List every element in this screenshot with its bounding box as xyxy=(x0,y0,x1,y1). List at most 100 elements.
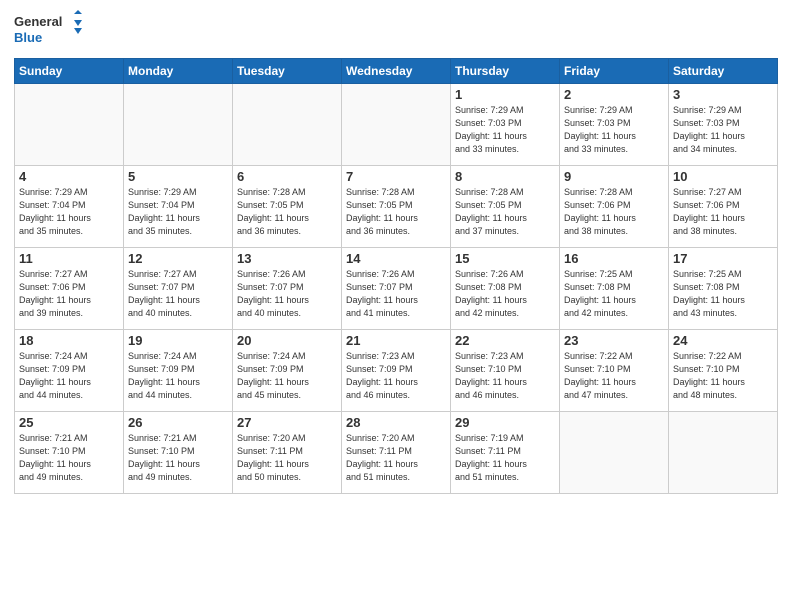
day-number: 10 xyxy=(673,169,773,184)
day-number: 6 xyxy=(237,169,337,184)
logo-svg: General Blue xyxy=(14,10,84,52)
calendar-cell: 29 Sunrise: 7:19 AM Sunset: 7:11 PM Dayli… xyxy=(451,412,560,494)
weekday-header-friday: Friday xyxy=(560,59,669,84)
day-info: Sunrise: 7:28 AM Sunset: 7:05 PM Dayligh… xyxy=(237,186,337,238)
calendar-cell: 23Sunrise: 7:22 AM Sunset: 7:10 PM Dayli… xyxy=(560,330,669,412)
day-number: 14 xyxy=(346,251,446,266)
day-number: 16 xyxy=(564,251,664,266)
day-number: 2 xyxy=(564,87,664,102)
calendar-cell: 13Sunrise: 7:26 AM Sunset: 7:07 PM Dayli… xyxy=(233,248,342,330)
day-number: 28 xyxy=(346,415,446,430)
day-info: Sunrise: 7:25 AM Sunset: 7:08 PM Dayligh… xyxy=(673,268,773,320)
week-row-4: 18 Sunrise: 7:24 AM Sunset: 7:09 PM Dayli… xyxy=(15,330,778,412)
day-info: Sunrise: 7:19 AM Sunset: 7:11 PM Dayligh… xyxy=(455,432,555,484)
day-info: Sunrise: 7:21 AM Sunset: 7:10 PM Dayligh… xyxy=(128,432,228,484)
calendar-cell: 10 Sunrise: 7:27 AM Sunset: 7:06 PM Dayli… xyxy=(669,166,778,248)
day-number: 20 xyxy=(237,333,337,348)
calendar-cell: 16Sunrise: 7:25 AM Sunset: 7:08 PM Dayli… xyxy=(560,248,669,330)
day-info: Sunrise: 7:21 AM Sunset: 7:10 PM Dayligh… xyxy=(19,432,119,484)
day-info: Sunrise: 7:26 AM Sunset: 7:07 PM Dayligh… xyxy=(237,268,337,320)
calendar-cell xyxy=(669,412,778,494)
day-info: Sunrise: 7:29 AM Sunset: 7:04 PM Dayligh… xyxy=(128,186,228,238)
calendar-cell: 8 Sunrise: 7:28 AM Sunset: 7:05 PM Daylig… xyxy=(451,166,560,248)
day-number: 26 xyxy=(128,415,228,430)
day-number: 18 xyxy=(19,333,119,348)
calendar-cell: 14Sunrise: 7:26 AM Sunset: 7:07 PM Dayli… xyxy=(342,248,451,330)
calendar-cell: 3Sunrise: 7:29 AM Sunset: 7:03 PM Daylig… xyxy=(669,84,778,166)
calendar-cell: 15 Sunrise: 7:26 AM Sunset: 7:08 PM Dayli… xyxy=(451,248,560,330)
weekday-header-wednesday: Wednesday xyxy=(342,59,451,84)
calendar-table: SundayMondayTuesdayWednesdayThursdayFrid… xyxy=(14,58,778,494)
weekday-header-saturday: Saturday xyxy=(669,59,778,84)
calendar-cell: 12 Sunrise: 7:27 AM Sunset: 7:07 PM Dayli… xyxy=(124,248,233,330)
day-number: 21 xyxy=(346,333,446,348)
day-number: 7 xyxy=(346,169,446,184)
day-info: Sunrise: 7:22 AM Sunset: 7:10 PM Dayligh… xyxy=(673,350,773,402)
calendar-cell: 6 Sunrise: 7:28 AM Sunset: 7:05 PM Daylig… xyxy=(233,166,342,248)
calendar-cell: 20 Sunrise: 7:24 AM Sunset: 7:09 PM Dayli… xyxy=(233,330,342,412)
day-number: 17 xyxy=(673,251,773,266)
calendar-cell xyxy=(15,84,124,166)
day-number: 29 xyxy=(455,415,555,430)
day-info: Sunrise: 7:29 AM Sunset: 7:03 PM Dayligh… xyxy=(564,104,664,156)
day-info: Sunrise: 7:23 AM Sunset: 7:10 PM Dayligh… xyxy=(455,350,555,402)
week-row-2: 4 Sunrise: 7:29 AM Sunset: 7:04 PM Daylig… xyxy=(15,166,778,248)
week-row-1: 1 Sunrise: 7:29 AM Sunset: 7:03 PM Daylig… xyxy=(15,84,778,166)
page-header: General Blue xyxy=(14,10,778,52)
calendar-cell: 19 Sunrise: 7:24 AM Sunset: 7:09 PM Dayli… xyxy=(124,330,233,412)
day-number: 3 xyxy=(673,87,773,102)
day-info: Sunrise: 7:27 AM Sunset: 7:06 PM Dayligh… xyxy=(19,268,119,320)
calendar-cell: 2 Sunrise: 7:29 AM Sunset: 7:03 PM Daylig… xyxy=(560,84,669,166)
day-info: Sunrise: 7:28 AM Sunset: 7:05 PM Dayligh… xyxy=(346,186,446,238)
day-number: 24 xyxy=(673,333,773,348)
day-info: Sunrise: 7:23 AM Sunset: 7:09 PM Dayligh… xyxy=(346,350,446,402)
day-number: 11 xyxy=(19,251,119,266)
svg-text:General: General xyxy=(14,14,62,29)
day-number: 4 xyxy=(19,169,119,184)
week-row-3: 11 Sunrise: 7:27 AM Sunset: 7:06 PM Dayli… xyxy=(15,248,778,330)
calendar-cell: 22 Sunrise: 7:23 AM Sunset: 7:10 PM Dayli… xyxy=(451,330,560,412)
calendar-cell: 28 Sunrise: 7:20 AM Sunset: 7:11 PM Dayli… xyxy=(342,412,451,494)
logo: General Blue xyxy=(14,10,84,52)
day-info: Sunrise: 7:24 AM Sunset: 7:09 PM Dayligh… xyxy=(128,350,228,402)
weekday-header-row: SundayMondayTuesdayWednesdayThursdayFrid… xyxy=(15,59,778,84)
day-number: 15 xyxy=(455,251,555,266)
calendar-cell: 21 Sunrise: 7:23 AM Sunset: 7:09 PM Dayli… xyxy=(342,330,451,412)
day-info: Sunrise: 7:27 AM Sunset: 7:06 PM Dayligh… xyxy=(673,186,773,238)
calendar-cell xyxy=(560,412,669,494)
day-info: Sunrise: 7:29 AM Sunset: 7:03 PM Dayligh… xyxy=(455,104,555,156)
day-info: Sunrise: 7:27 AM Sunset: 7:07 PM Dayligh… xyxy=(128,268,228,320)
day-info: Sunrise: 7:20 AM Sunset: 7:11 PM Dayligh… xyxy=(237,432,337,484)
calendar-cell xyxy=(233,84,342,166)
calendar-cell: 7 Sunrise: 7:28 AM Sunset: 7:05 PM Daylig… xyxy=(342,166,451,248)
day-number: 1 xyxy=(455,87,555,102)
day-info: Sunrise: 7:28 AM Sunset: 7:05 PM Dayligh… xyxy=(455,186,555,238)
calendar-cell: 17 Sunrise: 7:25 AM Sunset: 7:08 PM Dayli… xyxy=(669,248,778,330)
calendar-cell: 24 Sunrise: 7:22 AM Sunset: 7:10 PM Dayli… xyxy=(669,330,778,412)
week-row-5: 25Sunrise: 7:21 AM Sunset: 7:10 PM Dayli… xyxy=(15,412,778,494)
day-info: Sunrise: 7:26 AM Sunset: 7:08 PM Dayligh… xyxy=(455,268,555,320)
calendar-cell: 4 Sunrise: 7:29 AM Sunset: 7:04 PM Daylig… xyxy=(15,166,124,248)
day-number: 19 xyxy=(128,333,228,348)
weekday-header-monday: Monday xyxy=(124,59,233,84)
weekday-header-thursday: Thursday xyxy=(451,59,560,84)
svg-text:Blue: Blue xyxy=(14,30,42,45)
day-number: 8 xyxy=(455,169,555,184)
day-info: Sunrise: 7:20 AM Sunset: 7:11 PM Dayligh… xyxy=(346,432,446,484)
calendar-cell: 26 Sunrise: 7:21 AM Sunset: 7:10 PM Dayli… xyxy=(124,412,233,494)
calendar-cell xyxy=(124,84,233,166)
weekday-header-tuesday: Tuesday xyxy=(233,59,342,84)
calendar-cell: 1 Sunrise: 7:29 AM Sunset: 7:03 PM Daylig… xyxy=(451,84,560,166)
day-number: 22 xyxy=(455,333,555,348)
calendar-cell xyxy=(342,84,451,166)
day-info: Sunrise: 7:29 AM Sunset: 7:04 PM Dayligh… xyxy=(19,186,119,238)
day-number: 9 xyxy=(564,169,664,184)
day-info: Sunrise: 7:24 AM Sunset: 7:09 PM Dayligh… xyxy=(19,350,119,402)
calendar-cell: 27Sunrise: 7:20 AM Sunset: 7:11 PM Dayli… xyxy=(233,412,342,494)
day-info: Sunrise: 7:24 AM Sunset: 7:09 PM Dayligh… xyxy=(237,350,337,402)
calendar-cell: 18 Sunrise: 7:24 AM Sunset: 7:09 PM Dayli… xyxy=(15,330,124,412)
weekday-header-sunday: Sunday xyxy=(15,59,124,84)
calendar-cell: 11 Sunrise: 7:27 AM Sunset: 7:06 PM Dayli… xyxy=(15,248,124,330)
day-number: 12 xyxy=(128,251,228,266)
calendar-cell: 9Sunrise: 7:28 AM Sunset: 7:06 PM Daylig… xyxy=(560,166,669,248)
